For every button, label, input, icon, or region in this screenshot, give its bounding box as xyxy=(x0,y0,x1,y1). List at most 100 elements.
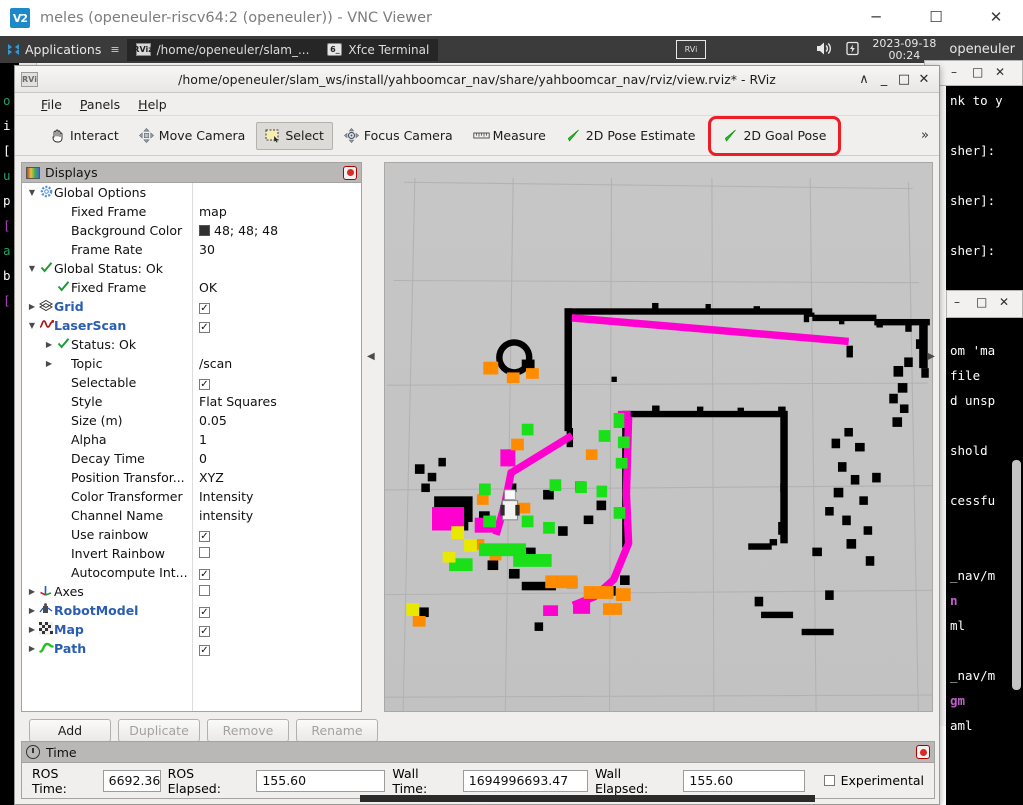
taskbar-minimized-rviz-button[interactable]: RVi xyxy=(676,40,706,59)
taskbar-window-rviz[interactable]: RViz /home/openeuler/slam_... xyxy=(126,38,319,61)
tree-row-value[interactable]: ✓ xyxy=(199,375,210,391)
chevron-right-icon[interactable]: ▶ xyxy=(26,302,38,311)
tree-row-value[interactable]: ✓ xyxy=(199,641,210,657)
displays-tree[interactable]: ▼ Global Options Fixed Frame map Background … xyxy=(21,182,362,712)
ros-time-input[interactable]: 6692.36 xyxy=(102,769,161,792)
menu-panels[interactable]: Panels xyxy=(80,97,120,112)
tool-move-camera[interactable]: Move Camera xyxy=(130,122,255,150)
taskbar-window-terminal[interactable]: 6_ Xfce Terminal xyxy=(318,38,439,61)
tree-row-value[interactable] xyxy=(199,584,210,599)
tree-row-value[interactable]: OK xyxy=(199,280,217,295)
tree-row-value[interactable]: ✓ xyxy=(199,565,210,581)
tree-row[interactable]: ▼ LaserScan ✓ xyxy=(22,316,361,335)
applications-menu-button[interactable]: Applications ≡ xyxy=(0,36,127,63)
viewport-collapse-arrow-icon[interactable]: ▶ xyxy=(927,351,935,362)
ros-elapsed-input[interactable]: 155.60 xyxy=(256,769,386,792)
chevron-right-icon[interactable]: ▶ xyxy=(43,340,55,349)
taskbar-clock[interactable]: 2023-09-18 00:24 xyxy=(872,37,936,62)
tree-row[interactable]: ▶ Axes xyxy=(22,582,361,601)
tree-row[interactable]: Fixed Frame OK xyxy=(22,278,361,297)
tree-row-value[interactable]: Intensity xyxy=(199,489,253,504)
tree-row[interactable]: ▼ Global Options xyxy=(22,183,361,202)
chevron-right-icon[interactable]: ▶ xyxy=(26,587,38,596)
tree-row-value[interactable]: 0.05 xyxy=(199,413,227,428)
tree-row[interactable]: ▶ Map ✓ xyxy=(22,620,361,639)
duplicate-button[interactable]: Duplicate xyxy=(118,719,200,742)
tree-row-value[interactable] xyxy=(199,546,210,561)
tree-row[interactable]: ▶ RobotModel ✓ xyxy=(22,601,361,620)
displays-collapse-arrow-icon[interactable]: ◀ xyxy=(367,351,375,362)
vnc-close-button[interactable]: ✕ xyxy=(985,8,1007,26)
tree-row-value[interactable]: ✓ xyxy=(199,299,210,315)
tree-row-value[interactable]: map xyxy=(199,204,227,219)
tree-row[interactable]: Background Color 48; 48; 48 xyxy=(22,221,361,240)
wall-elapsed-input[interactable]: 155.60 xyxy=(683,769,805,792)
tree-row-value[interactable]: 48; 48; 48 xyxy=(199,223,278,238)
bg1-maximize-button[interactable]: □ xyxy=(972,65,983,79)
rviz-minimize-button[interactable]: _ xyxy=(874,72,894,87)
tool-select[interactable]: Select xyxy=(256,121,333,150)
tree-row-value[interactable]: 30 xyxy=(199,242,215,257)
tree-row[interactable]: ▶ Status: Ok xyxy=(22,335,361,354)
rviz-maximize-button[interactable]: □ xyxy=(894,72,914,87)
tool-2d-pose-estimate[interactable]: 2D Pose Estimate xyxy=(557,122,705,150)
tree-row[interactable]: Color Transformer Intensity xyxy=(22,487,361,506)
tree-row[interactable]: ▶ Grid ✓ xyxy=(22,297,361,316)
bg1-minimize-button[interactable]: – xyxy=(951,65,957,79)
chevron-right-icon[interactable]: ▶ xyxy=(26,606,38,615)
tree-row[interactable]: Channel Name intensity xyxy=(22,506,361,525)
tree-row[interactable]: Alpha 1 xyxy=(22,430,361,449)
tree-row[interactable]: Size (m) 0.05 xyxy=(22,411,361,430)
tree-row[interactable]: ▶ Topic/scan xyxy=(22,354,361,373)
tree-row-value[interactable]: intensity xyxy=(199,508,253,523)
toolbar-overflow-button[interactable]: » xyxy=(921,128,929,143)
rviz-close-button[interactable]: ✕ xyxy=(914,72,934,87)
tree-row[interactable]: ▼ Global Status: Ok xyxy=(22,259,361,278)
experimental-checkbox[interactable] xyxy=(823,775,835,786)
tree-row[interactable]: Fixed Frame map xyxy=(22,202,361,221)
rviz-shade-button[interactable]: ∧ xyxy=(854,72,874,87)
displays-close-icon[interactable] xyxy=(343,165,357,180)
tree-row-value[interactable]: 0 xyxy=(199,451,207,466)
add-button[interactable]: Add xyxy=(29,719,111,742)
chevron-down-icon[interactable]: ▼ xyxy=(26,188,38,197)
chevron-right-icon[interactable]: ▶ xyxy=(26,625,38,634)
tree-row[interactable]: Decay Time 0 xyxy=(22,449,361,468)
tool-focus-camera[interactable]: Focus Camera xyxy=(335,122,462,150)
background-horizontal-scrollbar[interactable] xyxy=(360,795,815,802)
menu-help[interactable]: Help xyxy=(138,97,167,112)
wall-time-input[interactable]: 1694996693.47 xyxy=(462,769,588,792)
tree-row-value[interactable]: XYZ xyxy=(199,470,224,485)
vnc-maximize-button[interactable]: ☐ xyxy=(925,8,947,26)
tool-interact[interactable]: Interact xyxy=(41,122,128,150)
tree-row[interactable]: Selectable ✓ xyxy=(22,373,361,392)
tool-measure[interactable]: Measure xyxy=(464,122,555,150)
background-terminal-right[interactable]: ort a r nk to y sher]: sher]: sher]: om … xyxy=(946,63,1023,805)
tree-row-value[interactable]: ✓ xyxy=(199,527,210,543)
tree-row[interactable]: Invert Rainbow xyxy=(22,544,361,563)
tree-row-value[interactable]: Flat Squares xyxy=(199,394,277,409)
tree-row[interactable]: Frame Rate 30 xyxy=(22,240,361,259)
tree-row-value[interactable]: /scan xyxy=(199,356,232,371)
tree-row[interactable]: Use rainbow ✓ xyxy=(22,525,361,544)
tree-row-value[interactable]: 1 xyxy=(199,432,207,447)
tree-row-value[interactable]: ✓ xyxy=(199,603,210,619)
menu-file[interactable]: File xyxy=(41,97,62,112)
bg2-close-button[interactable]: ✕ xyxy=(999,295,1009,309)
volume-icon[interactable] xyxy=(816,41,833,59)
chevron-down-icon[interactable]: ▼ xyxy=(26,264,38,273)
tree-row-value[interactable]: ✓ xyxy=(199,318,210,334)
tool-2d-goal-pose[interactable]: 2D Goal Pose xyxy=(708,115,842,156)
bg2-maximize-button[interactable]: □ xyxy=(976,295,987,309)
tree-row[interactable]: Autocompute Int... ✓ xyxy=(22,563,361,582)
tree-row[interactable]: Position Transfor... XYZ xyxy=(22,468,361,487)
tree-row[interactable]: Style Flat Squares xyxy=(22,392,361,411)
tree-row-value[interactable]: ✓ xyxy=(199,622,210,638)
bg2-minimize-button[interactable]: – xyxy=(954,295,960,309)
tree-row[interactable]: ▶ Path ✓ xyxy=(22,639,361,658)
chevron-right-icon[interactable]: ▶ xyxy=(43,359,55,368)
bg1-close-button[interactable]: ✕ xyxy=(995,65,1005,79)
battery-icon[interactable] xyxy=(846,41,860,59)
remove-button[interactable]: Remove xyxy=(207,719,289,742)
time-close-icon[interactable] xyxy=(916,745,930,759)
